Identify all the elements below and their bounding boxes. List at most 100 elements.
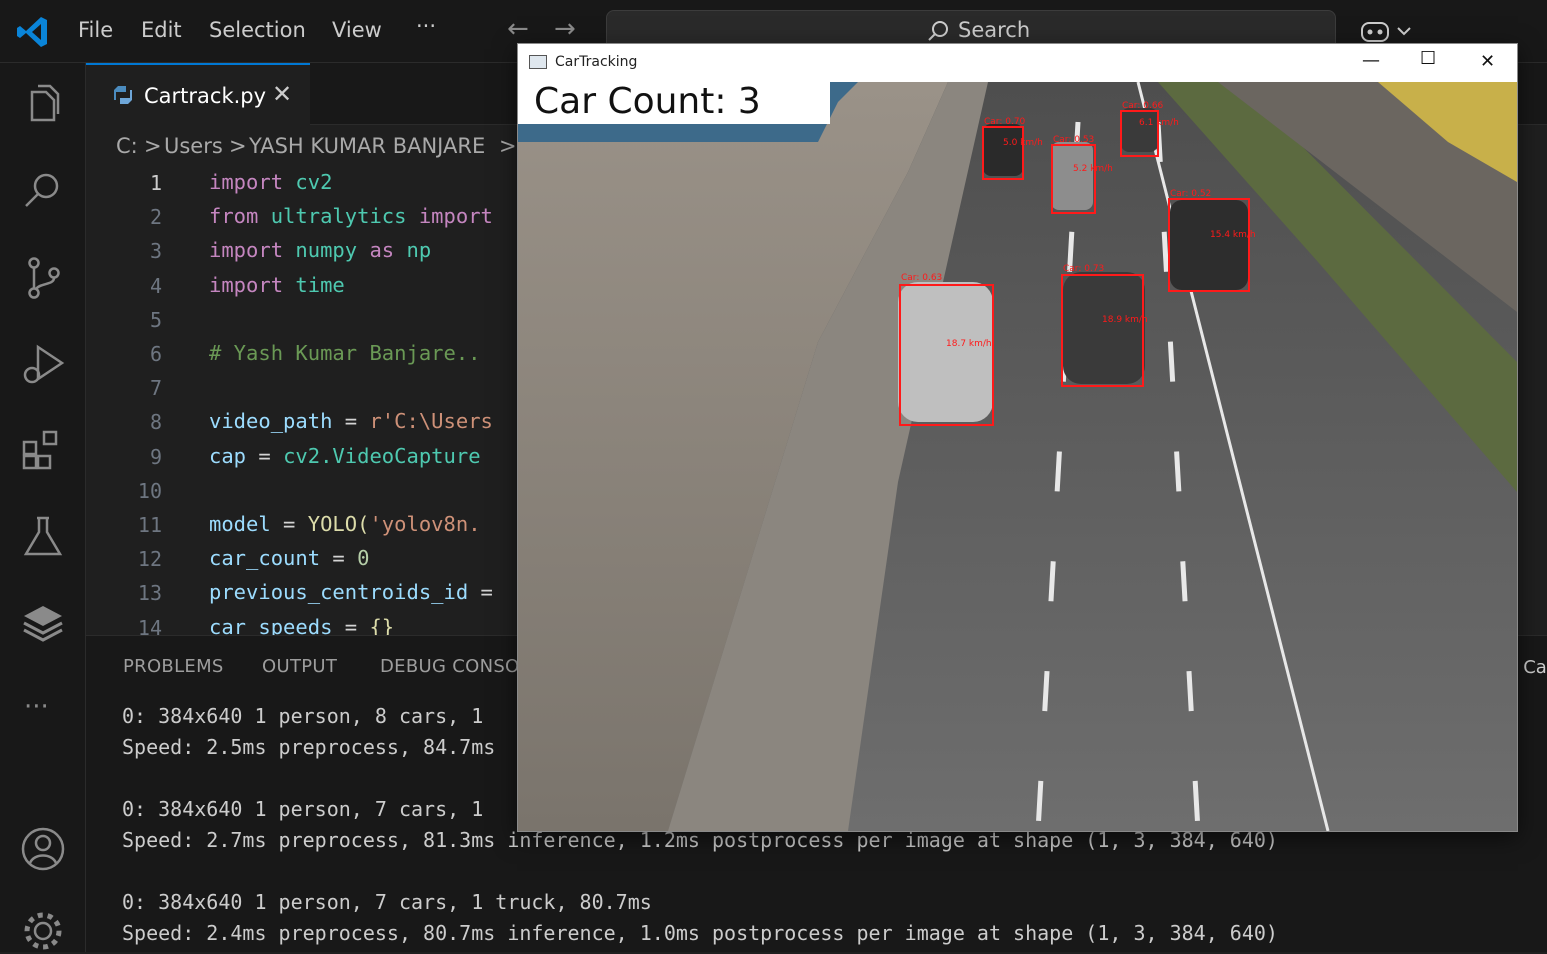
detection-label: Car: 0.73 [1063,264,1105,274]
video-frame [518,82,1517,831]
detection-label: Car: 0.63 [901,273,943,283]
car-count-text: Car Count: 3 [534,81,761,122]
menu-file[interactable]: File [78,18,113,42]
detection-speed: 5.0 km/h [1003,138,1043,148]
code-token: from [209,204,259,228]
line-number: 7 [149,376,162,400]
python-file-icon [114,86,132,104]
settings-icon[interactable] [20,908,66,954]
code-token: # Yash Kumar Banjare.. [209,341,481,365]
code-line[interactable]: import numpy as np [209,238,431,262]
detection-box [982,126,1024,180]
run-debug-icon[interactable] [20,341,66,387]
close-icon[interactable]: ✕ [272,80,292,108]
code-token: model [209,512,271,536]
line-number: 4 [149,274,162,298]
back-arrow-icon[interactable]: ← [507,14,529,44]
tab-output[interactable]: OUTPUT [262,656,337,677]
detection-box [1061,274,1144,387]
code-token: import [209,273,284,297]
code-token: = [320,546,358,570]
code-token: import [209,238,284,262]
code-line[interactable]: cap = cv2.VideoCapture [209,444,481,468]
detection-speed: 15.4 km/h [1210,230,1256,240]
line-number: 5 [149,308,162,332]
line-number: 2 [149,205,162,229]
stack-icon[interactable] [20,600,66,646]
search-icon[interactable] [20,168,66,214]
window-close-button[interactable]: ✕ [1480,51,1495,72]
code-line[interactable]: # Yash Kumar Banjare.. [209,341,481,365]
breadcrumb-separator: > [499,134,517,158]
detection-speed: 18.9 km/h [1102,315,1148,325]
code-line[interactable]: car_count = 0 [209,546,369,570]
code-token: cap [209,444,247,468]
menu-more[interactable]: ··· [416,14,436,38]
breadcrumb-drive[interactable]: C: [116,134,138,158]
window-title: CarTracking [555,54,638,70]
tab-label: Cartrack.py [144,84,267,108]
line-number: 12 [137,547,162,571]
code-token: car_count [209,546,321,570]
code-token: r'C:\Users [369,409,493,433]
code-token: YOLO [307,512,358,536]
code-token: cv2 [283,444,321,468]
code-line[interactable]: import cv2 [209,170,332,194]
line-number: 3 [149,239,162,263]
extensions-icon[interactable] [20,428,66,474]
code-line[interactable]: import time [209,273,345,297]
testing-icon[interactable] [20,514,66,560]
menu-selection[interactable]: Selection [209,18,306,42]
code-token: = [332,615,370,635]
code-line[interactable]: model = YOLO('yolov8n. [209,512,481,536]
code-token: import [209,170,284,194]
code-token: numpy [295,238,358,262]
breadcrumb-separator: > [144,134,162,158]
code-token: = [332,409,370,433]
vscode-logo[interactable] [14,14,50,50]
maximize-button[interactable]: ☐ [1420,48,1436,69]
code-line[interactable]: previous_centroids_id = [209,580,493,604]
tab-problems[interactable]: PROBLEMS [123,656,224,677]
more-icon[interactable]: ··· [24,692,49,722]
code-line[interactable]: car_speeds = {} [209,615,394,635]
menu-view[interactable]: View [332,18,382,42]
breadcrumb-separator: > [229,134,247,158]
detection-box [1168,198,1250,292]
detection-speed: 18.7 km/h [946,339,992,349]
code-token: car_speeds [209,615,333,635]
detection-label: Car: 0.66 [1122,101,1164,111]
code-token: ultralytics [270,204,407,228]
line-number: 10 [137,479,162,503]
search-icon [928,21,948,41]
account-icon[interactable] [20,826,66,872]
code-token: = [270,512,308,536]
code-token: = [468,580,493,604]
terminal-line: 0: 384x640 1 person, 7 cars, 1 truck, 80… [122,890,652,914]
detection-box [899,284,994,426]
copilot-icon[interactable] [1360,17,1414,45]
code-token: previous_centroids_id [209,580,469,604]
code-token: .VideoCapture [320,444,481,468]
code-line[interactable]: video_path = r'C:\Users [209,409,493,433]
forward-arrow-icon[interactable]: → [554,14,576,44]
explorer-icon[interactable] [20,82,66,128]
code-line[interactable]: from ultralytics import [209,204,493,228]
minimize-button[interactable]: — [1362,50,1380,71]
window-app-icon [529,55,547,69]
line-number: 9 [149,445,162,469]
code-token: as [369,238,395,262]
code-token: 'yolov8n. [369,512,481,536]
source-control-icon[interactable] [20,255,66,301]
terminal-line: Speed: 2.5ms preprocess, 84.7ms [122,735,496,759]
breadcrumb-user-folder[interactable]: YASH KUMAR BANJARE [249,134,485,158]
terminal-line: 0: 384x640 1 person, 7 cars, 1 [122,797,484,821]
detection-label: Car: 0.70 [984,117,1026,127]
line-number: 11 [137,513,162,537]
menu-edit[interactable]: Edit [141,18,182,42]
code-token: ( [357,512,370,536]
breadcrumb-users[interactable]: Users [164,134,223,158]
line-number: 6 [149,342,162,366]
detection-speed: 6.1 km/h [1139,118,1179,128]
code-token: time [295,273,345,297]
